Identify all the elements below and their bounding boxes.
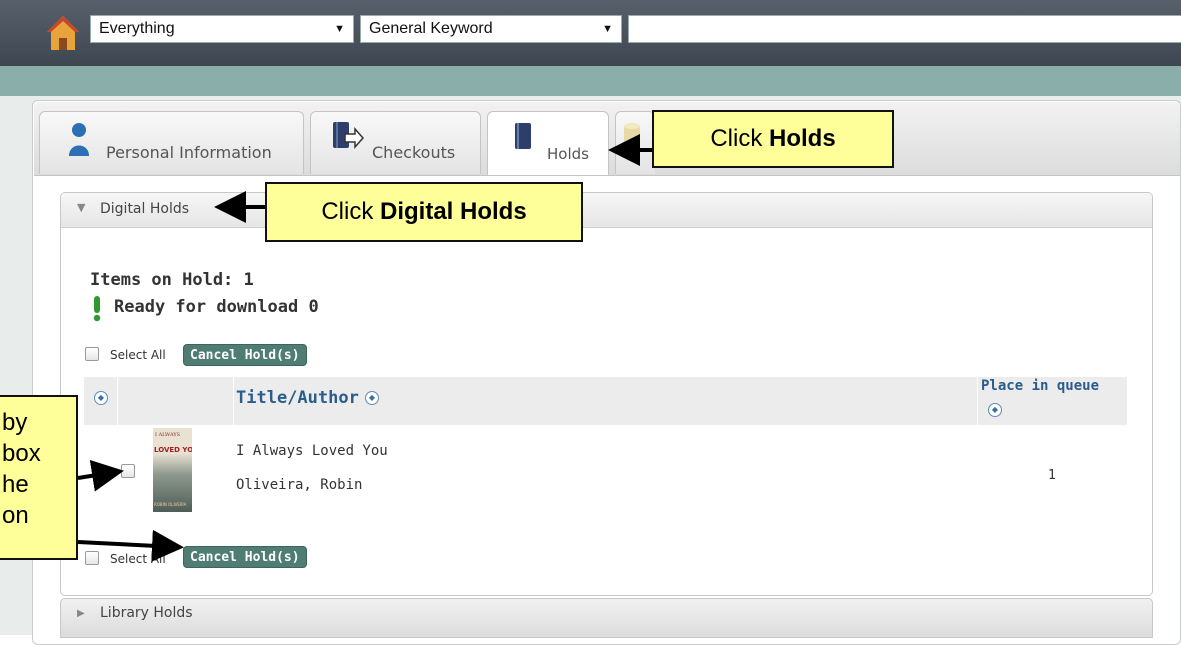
search-scope-value: Everything [99,20,175,37]
callout-left-line3: he [2,471,29,498]
chevron-down-icon: ▼ [602,23,613,35]
callout-click-holds: Click Holds [652,110,894,168]
home-icon[interactable] [45,10,81,56]
column-place-in-queue[interactable]: Place in queue [981,378,1121,394]
tab-holds-label: Holds [547,145,589,163]
checkout-book-icon [333,122,365,149]
callout-left-line1: by [2,409,28,436]
tab-checkouts-label: Checkouts [372,143,456,162]
tab-holds[interactable]: Holds [487,111,609,175]
sort-title-icon[interactable]: ◆ [365,391,379,405]
hold-row-checkbox[interactable] [121,464,135,478]
account-tabs: Personal Information Checkouts Holds [34,102,1180,176]
person-icon [69,123,89,156]
hold-author[interactable]: Oliveira, Robin [236,477,362,493]
select-all-checkbox-bottom[interactable] [85,551,99,565]
callout-left-line2: box [2,440,41,467]
chevron-down-icon: ▼ [334,23,345,35]
callout-digital-prefix: Click [321,198,380,225]
select-all-label-bottom: Select All [110,552,166,566]
expand-triangle-icon: ▶ [77,608,85,619]
hold-place-in-queue: 1 [1048,468,1056,483]
digital-holds-header[interactable]: ▼ Digital Holds [61,193,1152,228]
ready-for-download-count: Ready for download 0 [114,297,319,317]
callout-holds-prefix: Click [710,125,769,152]
sort-icon[interactable]: ◆ [94,391,108,405]
callout-click-digital-holds: Click Digital Holds [265,182,583,242]
search-field-value: General Keyword [369,20,493,37]
column-title-author[interactable]: Title/Author [236,388,359,408]
cover-title-main: LOVED YOU [154,446,192,454]
search-scope-select[interactable]: Everything ▼ [90,15,354,43]
tab-personal-information[interactable]: Personal Information [39,111,304,174]
cancel-holds-button-top[interactable]: Cancel Hold(s) [183,344,307,366]
library-holds-label[interactable]: Library Holds [100,605,193,621]
select-all-checkbox-top[interactable] [85,347,99,361]
select-all-label-top: Select All [110,348,166,362]
sort-queue-icon[interactable]: ◆ [988,403,1002,417]
collapse-triangle-icon: ▼ [77,201,86,214]
cover-title-top: I ALWAYS [155,432,181,438]
callout-select-and-cancel: by box he on [0,395,78,560]
callout-digital-bold: Digital Holds [380,198,527,225]
library-holds-section[interactable]: ▶ Library Holds [60,598,1153,638]
cover-author: ROBIN OLIVEIRA [154,502,187,507]
search-field-select[interactable]: General Keyword ▼ [360,15,622,43]
book-icon [515,123,531,149]
top-search-bar: Everything ▼ General Keyword ▼ [0,0,1181,66]
callout-holds-bold: Holds [769,125,836,152]
tab-personal-information-label: Personal Information [106,143,272,162]
digital-holds-label[interactable]: Digital Holds [100,201,189,217]
search-input[interactable] [628,15,1181,43]
tab-checkouts[interactable]: Checkouts [310,111,481,174]
hold-title[interactable]: I Always Loved You [236,443,388,459]
callout-left-line4: on [2,502,29,529]
cancel-holds-button-bottom[interactable]: Cancel Hold(s) [183,546,307,568]
exclamation-icon [93,296,101,322]
tab-more[interactable] [615,111,655,174]
book-cover[interactable]: I ALWAYS LOVED YOU ROBIN OLIVEIRA [153,428,192,512]
items-on-hold-count: Items on Hold: 1 [90,270,254,290]
cylinder-icon [624,123,640,148]
